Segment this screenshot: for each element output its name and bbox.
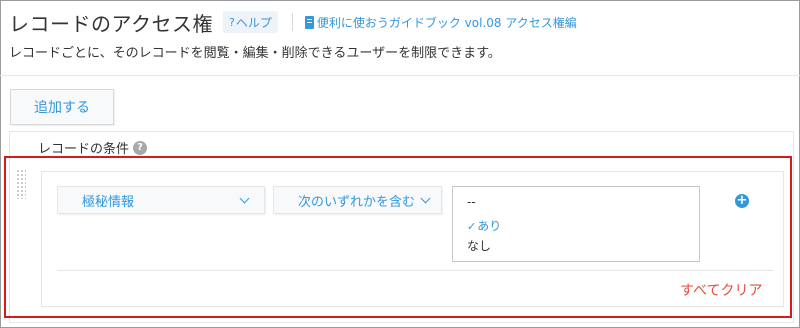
book-icon [304,15,314,29]
clear-all-link[interactable]: すべてクリア [680,280,762,300]
header-divider [291,13,293,31]
operator-select[interactable]: 次のいずれかを含む [273,186,442,214]
page-title: レコードのアクセス権 [9,11,213,36]
help-question-icon: ? [229,15,235,29]
guidebook-link[interactable]: 便利に使おうガイドブック vol.08 アクセス権編 [304,14,577,31]
chevron-down-icon [420,193,431,203]
chevron-down-icon [239,193,250,203]
drag-handle-icon[interactable] [16,169,26,199]
add-condition-plus-icon[interactable]: + [735,194,749,208]
option-label: なし [467,239,492,253]
listbox-option[interactable]: -- [467,195,476,209]
condition-help-icon[interactable]: ? [133,140,148,155]
help-label: ヘルプ [235,15,272,30]
check-icon: ✓ [467,220,477,233]
field-select[interactable]: 極秘情報 [57,186,265,214]
help-link[interactable]: ? ヘルプ [223,11,278,33]
option-label: -- [467,195,476,209]
header: レコードのアクセス権 ? ヘルプ 便利に使おうガイドブック vol.08 アクセ… [9,8,577,36]
record-condition-heading: レコードの条件 ? [38,138,148,157]
section-divider [0,75,800,76]
page-description: レコードごとに、そのレコードを閲覧・編集・削除できるユーザーを制限できます。 [9,46,501,61]
field-select-value: 極秘情報 [82,194,135,210]
row-divider [57,270,773,271]
value-listbox[interactable]: -- ✓あり なし [452,186,700,262]
record-condition-label: レコードの条件 [38,142,130,157]
listbox-option[interactable]: なし [467,237,491,254]
add-button[interactable]: 追加する [10,89,114,125]
listbox-option-selected[interactable]: ✓あり [467,217,501,234]
operator-select-value: 次のいずれかを含む [298,194,416,210]
option-label: あり [477,219,502,233]
guidebook-link-label: 便利に使おうガイドブック vol.08 アクセス権編 [316,15,577,30]
